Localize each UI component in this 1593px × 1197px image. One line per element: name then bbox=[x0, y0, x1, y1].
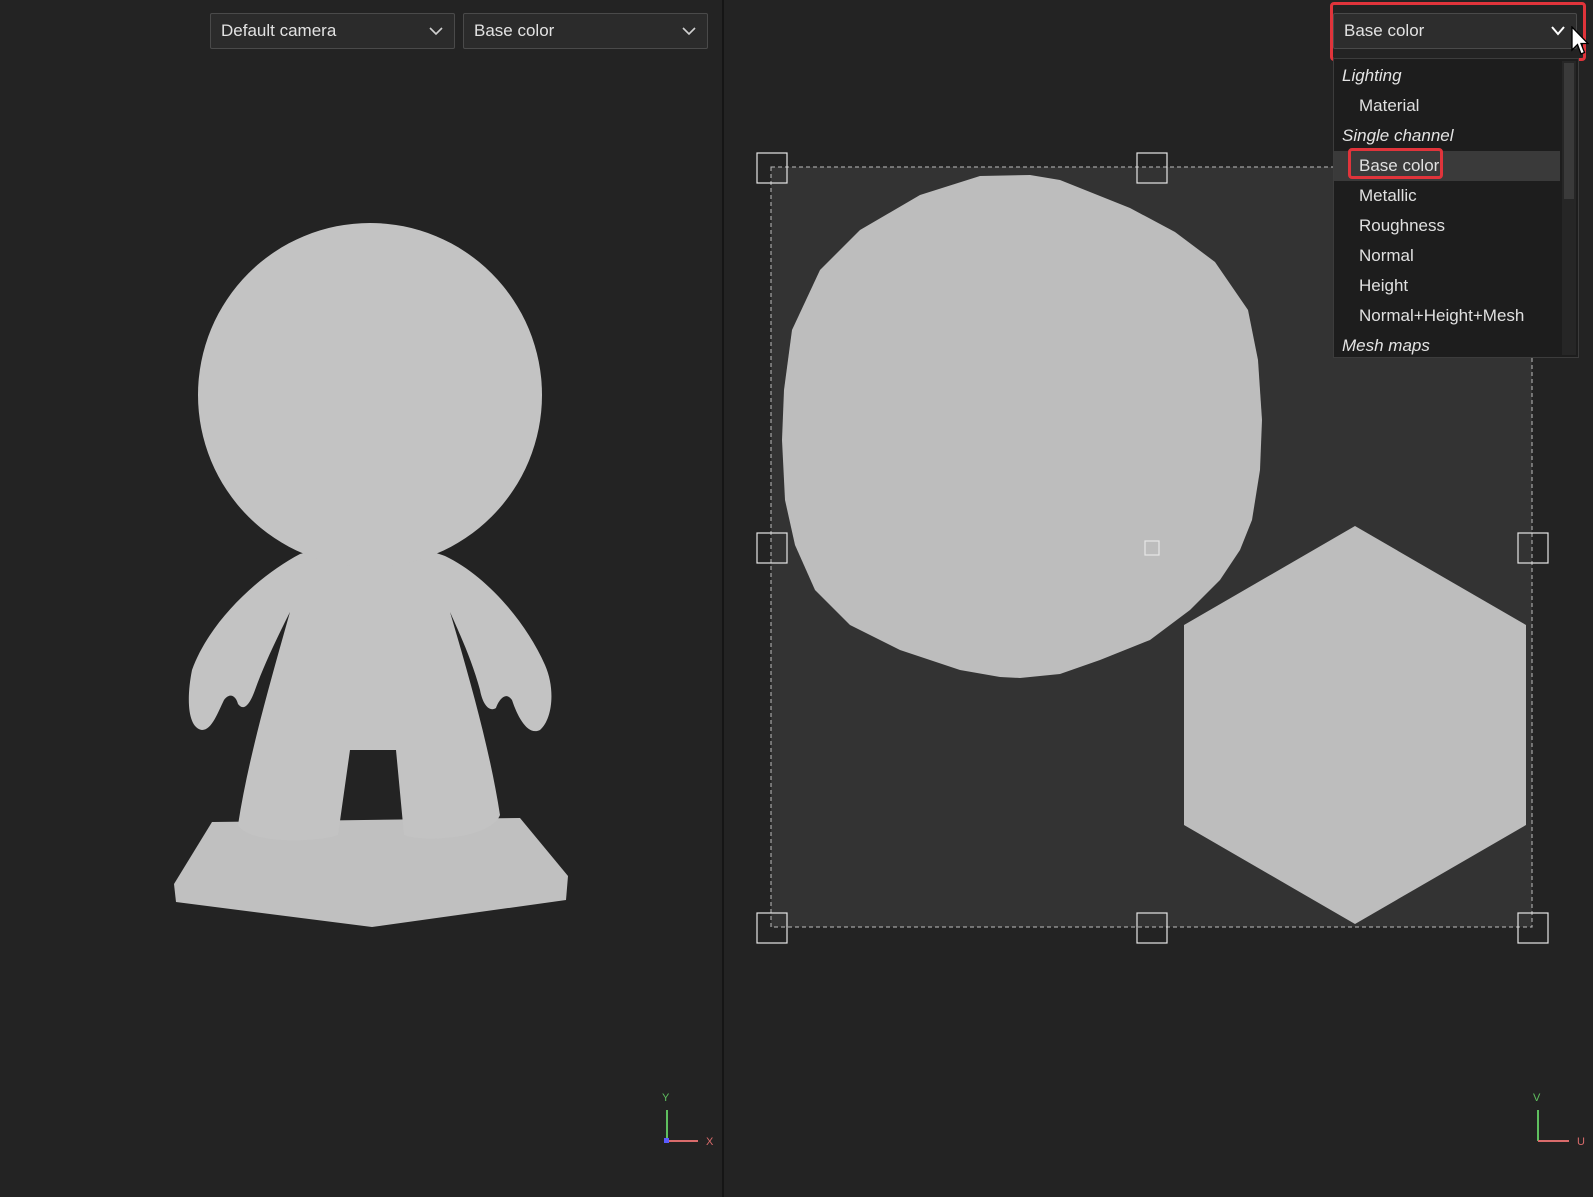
axis-x-label: X bbox=[706, 1136, 714, 1148]
axis-gizmo-2d: V U bbox=[1533, 1092, 1585, 1148]
menu-group-single-channel: Single channel bbox=[1342, 126, 1454, 145]
chevron-down-icon bbox=[682, 27, 696, 36]
menu-group-mesh-maps: Mesh maps bbox=[1342, 336, 1430, 355]
menu-item-height[interactable]: Height bbox=[1334, 271, 1560, 301]
chevron-down-icon bbox=[1551, 26, 1565, 36]
axis-v-label: V bbox=[1533, 1092, 1541, 1104]
menu-item-material[interactable]: Material bbox=[1334, 91, 1560, 121]
menu-item-normal-height-mesh[interactable]: Normal+Height+Mesh bbox=[1334, 301, 1560, 331]
channel-select-2d[interactable]: Base color bbox=[1333, 13, 1577, 49]
menu-item-base-color[interactable]: Base color bbox=[1334, 151, 1560, 181]
menu-item-roughness[interactable]: Roughness bbox=[1334, 211, 1560, 241]
uv-island-round[interactable] bbox=[782, 175, 1262, 678]
chevron-down-icon bbox=[429, 27, 443, 36]
model-pedestal bbox=[174, 818, 568, 927]
menu-item-metallic[interactable]: Metallic bbox=[1334, 181, 1560, 211]
mannequin-model[interactable] bbox=[174, 223, 568, 927]
model-body bbox=[188, 547, 552, 841]
menu-scrollbar-thumb[interactable] bbox=[1564, 63, 1574, 199]
channel-select-3d[interactable]: Base color bbox=[463, 13, 708, 49]
camera-select[interactable]: Default camera bbox=[210, 13, 455, 49]
axis-y-label: Y bbox=[662, 1092, 670, 1104]
channel-select-3d-value: Base color bbox=[474, 21, 555, 40]
axis-u-label: U bbox=[1577, 1136, 1585, 1148]
menu-group-lighting: Lighting bbox=[1342, 66, 1402, 85]
channel-select-2d-value: Base color bbox=[1344, 21, 1425, 40]
menu-item-normal[interactable]: Normal bbox=[1334, 241, 1560, 271]
channel-menu[interactable]: Lighting Material Single channel Base co… bbox=[1333, 58, 1579, 358]
camera-select-value: Default camera bbox=[221, 21, 337, 40]
axis-gizmo-3d: Y X bbox=[662, 1092, 714, 1148]
model-head bbox=[198, 223, 542, 567]
mouse-cursor-icon bbox=[1571, 26, 1589, 55]
